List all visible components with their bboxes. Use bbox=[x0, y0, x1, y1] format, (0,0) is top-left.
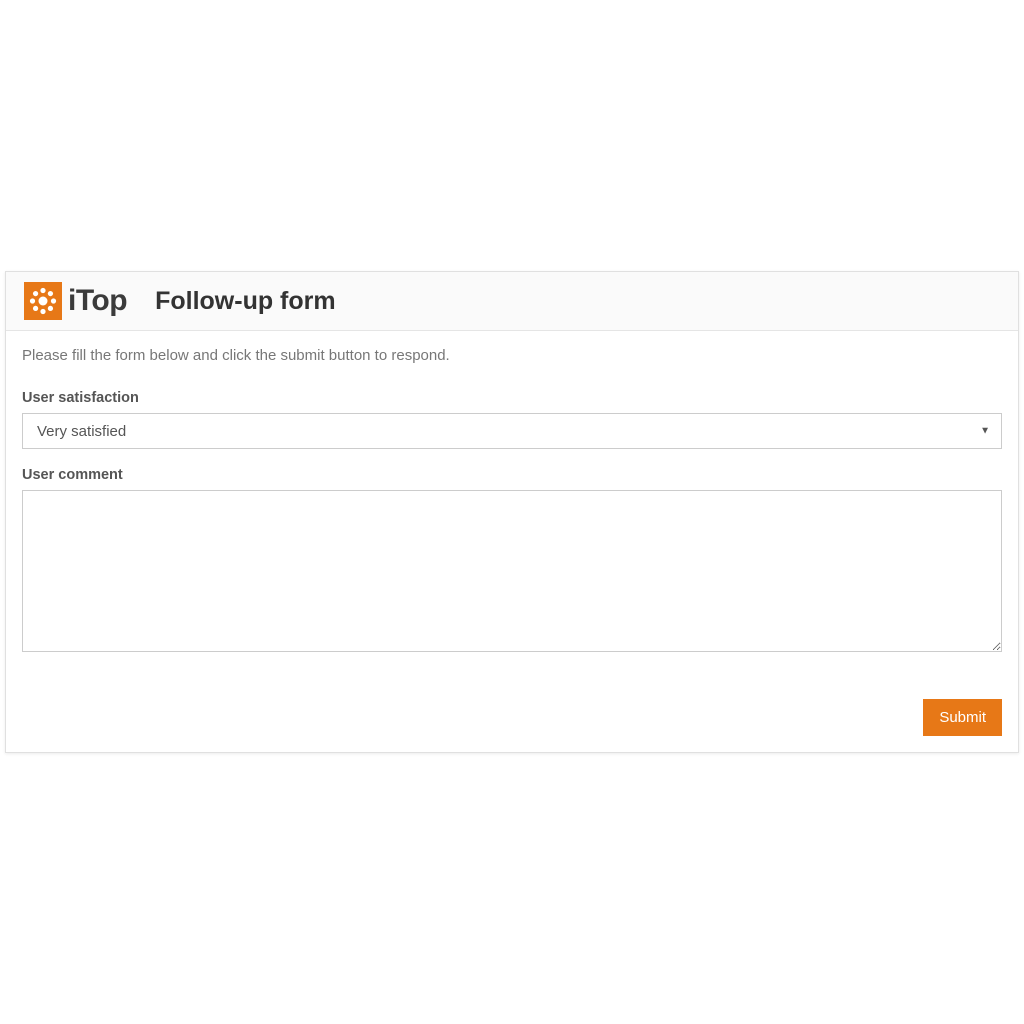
form-instructions: Please fill the form below and click the… bbox=[22, 347, 1002, 364]
submit-button[interactable]: Submit bbox=[923, 699, 1002, 736]
followup-form-panel: iTop Follow-up form Please fill the form… bbox=[5, 271, 1019, 753]
form-header: iTop Follow-up form bbox=[6, 272, 1018, 331]
logo-text: iTop bbox=[68, 284, 127, 318]
itop-logo-icon bbox=[24, 282, 62, 320]
satisfaction-field-group: User satisfaction Very satisfied ▼ bbox=[22, 390, 1002, 449]
satisfaction-select[interactable]: Very satisfied bbox=[22, 413, 1002, 449]
satisfaction-label: User satisfaction bbox=[22, 390, 1002, 406]
page-title: Follow-up form bbox=[155, 287, 336, 316]
logo: iTop bbox=[24, 282, 127, 320]
comment-textarea[interactable] bbox=[22, 490, 1002, 652]
satisfaction-select-wrapper: Very satisfied ▼ bbox=[22, 413, 1002, 449]
form-footer: Submit bbox=[6, 699, 1018, 752]
form-body: Please fill the form below and click the… bbox=[6, 331, 1018, 691]
comment-label: User comment bbox=[22, 467, 1002, 483]
comment-field-group: User comment bbox=[22, 467, 1002, 657]
